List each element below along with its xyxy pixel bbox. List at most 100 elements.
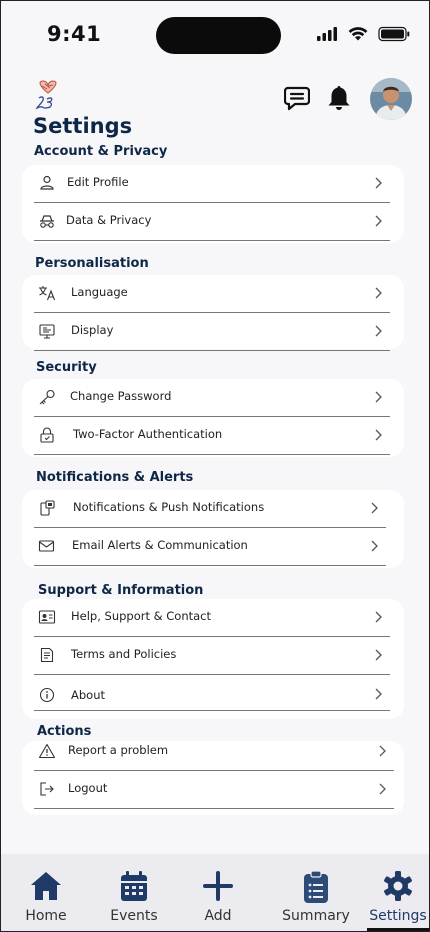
section-title-security: Security: [36, 360, 97, 375]
settings-row-label: Logout: [68, 781, 108, 795]
settings-row-label: Email Alerts & Communication: [72, 538, 248, 552]
mail-icon: [38, 540, 55, 552]
divider: [34, 240, 390, 241]
settings-row-report-problem[interactable]: Report a problem: [34, 733, 394, 771]
settings-row-label: Display: [71, 323, 114, 337]
chevron-right-icon: [375, 215, 382, 227]
page-title: Settings: [33, 114, 133, 138]
section-title-support-information: Support & Information: [38, 583, 204, 598]
status-time: 9:41: [47, 22, 102, 46]
battery-icon: [378, 26, 410, 42]
calendar-icon: [121, 871, 147, 901]
phone-screen: 9:41 Settings Account & Privacy Edit Pro…: [0, 0, 430, 932]
contact-card-icon: [38, 610, 56, 624]
settings-row-email-alerts[interactable]: Email Alerts & Communication: [34, 528, 386, 566]
logout-icon: [40, 782, 54, 796]
status-icons: [317, 26, 410, 42]
chevron-right-icon: [375, 391, 382, 403]
tab-events[interactable]: Events: [101, 854, 167, 931]
card-actions: Report a problem Logout: [22, 741, 404, 815]
settings-row-help-support[interactable]: Help, Support & Contact: [34, 599, 390, 637]
profile-photo: [370, 78, 412, 120]
home-icon: [31, 872, 61, 900]
settings-row-label: Change Password: [70, 389, 172, 403]
chevron-right-icon: [375, 688, 382, 700]
translate-icon: [39, 286, 56, 301]
plus-icon: [203, 871, 233, 901]
chevron-right-icon: [371, 540, 378, 552]
card-account-privacy: Edit Profile Data & Privacy: [22, 165, 404, 243]
settings-row-label: Help, Support & Contact: [71, 609, 212, 623]
bottom-tab-bar: Home Events Add Summary Settings: [1, 854, 429, 931]
chevron-right-icon: [371, 502, 378, 514]
card-personalisation: Language Display: [22, 275, 404, 351]
settings-row-label: Edit Profile: [67, 175, 129, 189]
status-bar: 9:41: [1, 1, 429, 65]
heart-hands-logo-icon[interactable]: [35, 80, 61, 110]
settings-row-label: Notifications & Push Notifications: [73, 500, 265, 514]
settings-row-about[interactable]: About: [34, 673, 390, 711]
tab-home[interactable]: Home: [15, 854, 77, 931]
settings-row-data-privacy[interactable]: Data & Privacy: [34, 203, 390, 241]
chevron-right-icon: [375, 429, 382, 441]
incognito-icon: [40, 215, 54, 228]
settings-row-push-notifications[interactable]: Notifications & Push Notifications: [34, 490, 386, 528]
document-icon: [40, 647, 54, 663]
section-title-personalisation: Personalisation: [35, 256, 149, 271]
notification-icon: [40, 500, 55, 516]
chevron-right-icon: [379, 745, 386, 757]
chevron-right-icon: [375, 325, 382, 337]
lock-icon: [40, 427, 54, 443]
avatar[interactable]: [370, 78, 412, 120]
tab-label: Summary: [282, 908, 350, 924]
chevron-right-icon: [375, 649, 382, 661]
settings-row-label: Data & Privacy: [66, 213, 152, 227]
settings-row-language[interactable]: Language: [34, 275, 390, 313]
tab-label: Events: [110, 908, 158, 924]
wifi-icon: [348, 27, 368, 41]
warning-icon: [38, 743, 56, 759]
gear-icon: [384, 871, 412, 901]
settings-row-terms-policies[interactable]: Terms and Policies: [34, 637, 390, 675]
active-tab-indicator: [367, 928, 429, 931]
chevron-right-icon: [375, 177, 382, 189]
chevron-right-icon: [375, 611, 382, 623]
clipboard-icon: [304, 870, 328, 903]
settings-row-label: About: [71, 688, 106, 702]
tab-add[interactable]: Add: [193, 854, 243, 931]
section-title-account-privacy: Account & Privacy: [34, 144, 168, 159]
settings-row-label: Terms and Policies: [71, 647, 177, 661]
settings-row-label: Two-Factor Authentication: [73, 427, 223, 441]
key-icon: [39, 389, 55, 405]
settings-row-label: Language: [71, 285, 128, 299]
divider: [34, 710, 390, 711]
chevron-right-icon: [375, 287, 382, 299]
settings-row-label: Report a problem: [68, 743, 169, 757]
bell-icon[interactable]: [327, 84, 351, 112]
settings-row-edit-profile[interactable]: Edit Profile: [34, 165, 390, 203]
info-icon: [39, 687, 55, 703]
card-notifications-alerts: Notifications & Push Notifications Email…: [22, 490, 404, 568]
chevron-right-icon: [379, 783, 386, 795]
settings-row-display[interactable]: Display: [34, 313, 390, 351]
divider: [34, 565, 386, 566]
tab-settings[interactable]: Settings: [367, 854, 429, 931]
divider: [34, 454, 390, 455]
card-security: Change Password Two-Factor Authenticatio…: [22, 379, 404, 457]
display-icon: [39, 324, 55, 339]
section-title-notifications-alerts: Notifications & Alerts: [36, 470, 194, 485]
card-support-information: Help, Support & Contact Terms and Polici…: [22, 599, 404, 719]
tab-label: Home: [25, 908, 67, 924]
divider: [34, 350, 390, 351]
settings-row-change-password[interactable]: Change Password: [34, 379, 390, 417]
tab-label: Settings: [369, 908, 427, 924]
settings-row-logout[interactable]: Logout: [34, 771, 394, 809]
settings-row-two-factor[interactable]: Two-Factor Authentication: [34, 417, 390, 455]
tab-label: Add: [204, 908, 232, 924]
tab-summary[interactable]: Summary: [281, 854, 351, 931]
divider: [34, 808, 394, 809]
cellular-signal-icon: [317, 27, 337, 41]
dynamic-island: [156, 17, 281, 54]
person-icon: [40, 175, 54, 190]
chat-icon[interactable]: [284, 86, 310, 111]
